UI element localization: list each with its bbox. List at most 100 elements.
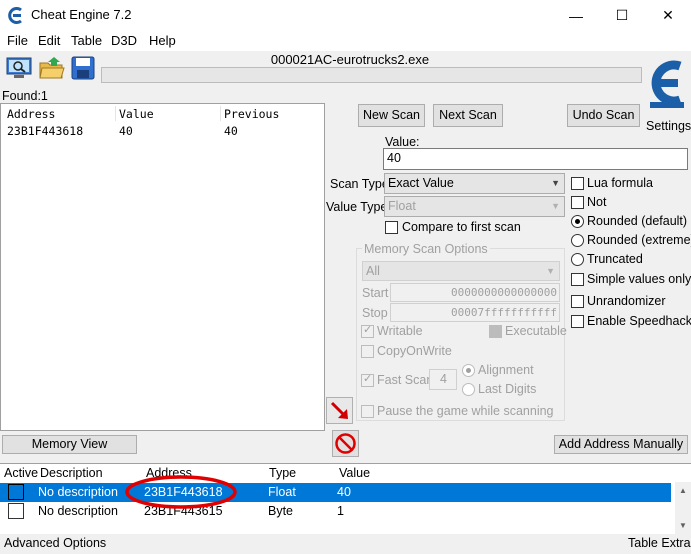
column-description[interactable]: Description: [40, 466, 103, 480]
rounded-default-radio[interactable]: [571, 215, 584, 228]
fast-scan-alignment-input[interactable]: 4: [429, 369, 457, 390]
writable-label: Writable: [377, 324, 423, 338]
stop-address-input[interactable]: 00007fffffffffff: [390, 303, 560, 322]
row-type: Byte: [268, 504, 294, 518]
cheat-engine-logo[interactable]: [644, 52, 688, 118]
row-type: Float: [268, 485, 296, 499]
open-process-icon[interactable]: [5, 55, 33, 81]
truncated-label: Truncated: [587, 252, 643, 266]
memory-region-select[interactable]: All ▼: [362, 261, 560, 281]
speedhack-checkbox[interactable]: [571, 315, 584, 328]
undo-scan-button[interactable]: Undo Scan: [567, 104, 640, 127]
scroll-down-icon[interactable]: ▼: [679, 521, 687, 530]
column-active[interactable]: Active: [4, 466, 38, 480]
writable-checkbox[interactable]: [361, 323, 374, 338]
truncated-radio[interactable]: [571, 253, 584, 266]
unrandomizer-checkbox[interactable]: [571, 295, 584, 308]
lua-formula-label: Lua formula: [587, 176, 654, 190]
pause-game-label: Pause the game while scanning: [377, 404, 554, 418]
row-value: 1: [337, 504, 344, 518]
column-value[interactable]: Value: [339, 466, 370, 480]
save-icon[interactable]: [69, 55, 97, 81]
found-count: Found:1: [2, 89, 48, 103]
not-checkbox[interactable]: [571, 196, 584, 209]
executable-checkbox[interactable]: [489, 325, 502, 338]
address-list-scrollbar[interactable]: ▲ ▼: [675, 482, 691, 534]
table-row[interactable]: No description 23B1F443618 Float 40: [0, 483, 671, 502]
executable-label: Executable: [505, 324, 567, 338]
settings-label[interactable]: Settings: [646, 119, 691, 133]
scan-type-label: Scan Type: [330, 177, 389, 191]
next-scan-button[interactable]: Next Scan: [433, 104, 503, 127]
copy-on-write-checkbox[interactable]: [361, 345, 374, 358]
alignment-radio[interactable]: [462, 364, 475, 377]
cheat-engine-icon: [8, 7, 22, 24]
scroll-up-icon[interactable]: ▲: [679, 486, 687, 495]
result-previous[interactable]: 40: [224, 124, 238, 138]
open-file-icon[interactable]: [38, 55, 66, 81]
minimize-button[interactable]: —: [553, 0, 599, 31]
last-digits-label: Last Digits: [478, 382, 537, 396]
scan-type-select[interactable]: Exact Value ▼: [384, 173, 565, 194]
new-scan-button[interactable]: New Scan: [358, 104, 425, 127]
value-label: Value:: [385, 135, 420, 149]
column-type[interactable]: Type: [269, 466, 296, 480]
start-address-input[interactable]: 0000000000000000: [390, 283, 560, 302]
lua-formula-checkbox[interactable]: [571, 177, 584, 190]
speedhack-label: Enable Speedhack: [587, 314, 691, 328]
chevron-down-icon: ▼: [546, 266, 555, 276]
menu-help[interactable]: Help: [149, 33, 176, 48]
simple-values-label: Simple values only: [587, 272, 691, 286]
table-extras-link[interactable]: Table Extras: [628, 536, 691, 550]
rounded-default-label: Rounded (default): [587, 214, 688, 228]
value-type-select[interactable]: Float ▼: [384, 196, 565, 217]
compare-first-checkbox[interactable]: [385, 221, 398, 234]
memory-scan-options-title: Memory Scan Options: [362, 242, 490, 256]
result-value[interactable]: 40: [119, 124, 133, 138]
active-checkbox[interactable]: [8, 484, 24, 500]
window-title: Cheat Engine 7.2: [31, 7, 132, 22]
scan-progress-bar: [101, 67, 642, 83]
fast-scan-checkbox[interactable]: [361, 372, 374, 387]
not-label: Not: [587, 195, 607, 209]
add-address-manually-button[interactable]: Add Address Manually: [554, 435, 688, 454]
pause-game-checkbox[interactable]: [361, 405, 374, 418]
memory-view-button[interactable]: Memory View: [2, 435, 137, 454]
rounded-extreme-label: Rounded (extreme): [587, 233, 691, 247]
process-name: 000021AC-eurotrucks2.exe: [270, 52, 430, 67]
stop-icon[interactable]: [332, 430, 359, 457]
fast-scan-label: Fast Scan: [377, 373, 434, 387]
rounded-extreme-radio[interactable]: [571, 234, 584, 247]
start-label: Start: [362, 286, 389, 300]
menu-edit[interactable]: Edit: [38, 33, 60, 48]
chevron-down-icon: ▼: [551, 201, 560, 211]
result-address[interactable]: 23B1F443618: [7, 124, 83, 138]
column-previous[interactable]: Previous: [224, 107, 279, 121]
row-description: No description: [38, 504, 118, 518]
compare-first-label: Compare to first scan: [402, 220, 521, 234]
arrow-down-right-icon[interactable]: [326, 397, 353, 424]
table-row[interactable]: No description 23B1F443615 Byte 1: [0, 502, 671, 521]
row-value: 40: [337, 485, 351, 499]
row-description: No description: [38, 485, 118, 499]
chevron-down-icon: ▼: [551, 178, 560, 188]
scan-type-value: Exact Value: [388, 176, 454, 190]
scan-results-list[interactable]: Address Value Previous 23B1F443618 40 40: [0, 103, 325, 431]
close-button[interactable]: ✕: [645, 0, 691, 31]
menu-bar: [0, 31, 691, 51]
value-type-value: Float: [388, 199, 416, 213]
column-address[interactable]: Address: [7, 107, 55, 121]
red-annotation-ellipse: [125, 475, 237, 509]
unrandomizer-label: Unrandomizer: [587, 294, 666, 308]
value-input[interactable]: 40: [383, 148, 688, 170]
maximize-button[interactable]: ☐: [599, 0, 645, 31]
advanced-options-link[interactable]: Advanced Options: [4, 536, 106, 550]
menu-file[interactable]: File: [7, 33, 28, 48]
menu-table[interactable]: Table: [71, 33, 102, 48]
last-digits-radio[interactable]: [462, 383, 475, 396]
active-checkbox[interactable]: [8, 503, 24, 519]
memory-region-value: All: [366, 264, 380, 278]
simple-values-checkbox[interactable]: [571, 273, 584, 286]
menu-d3d[interactable]: D3D: [111, 33, 137, 48]
column-value[interactable]: Value: [119, 107, 154, 121]
